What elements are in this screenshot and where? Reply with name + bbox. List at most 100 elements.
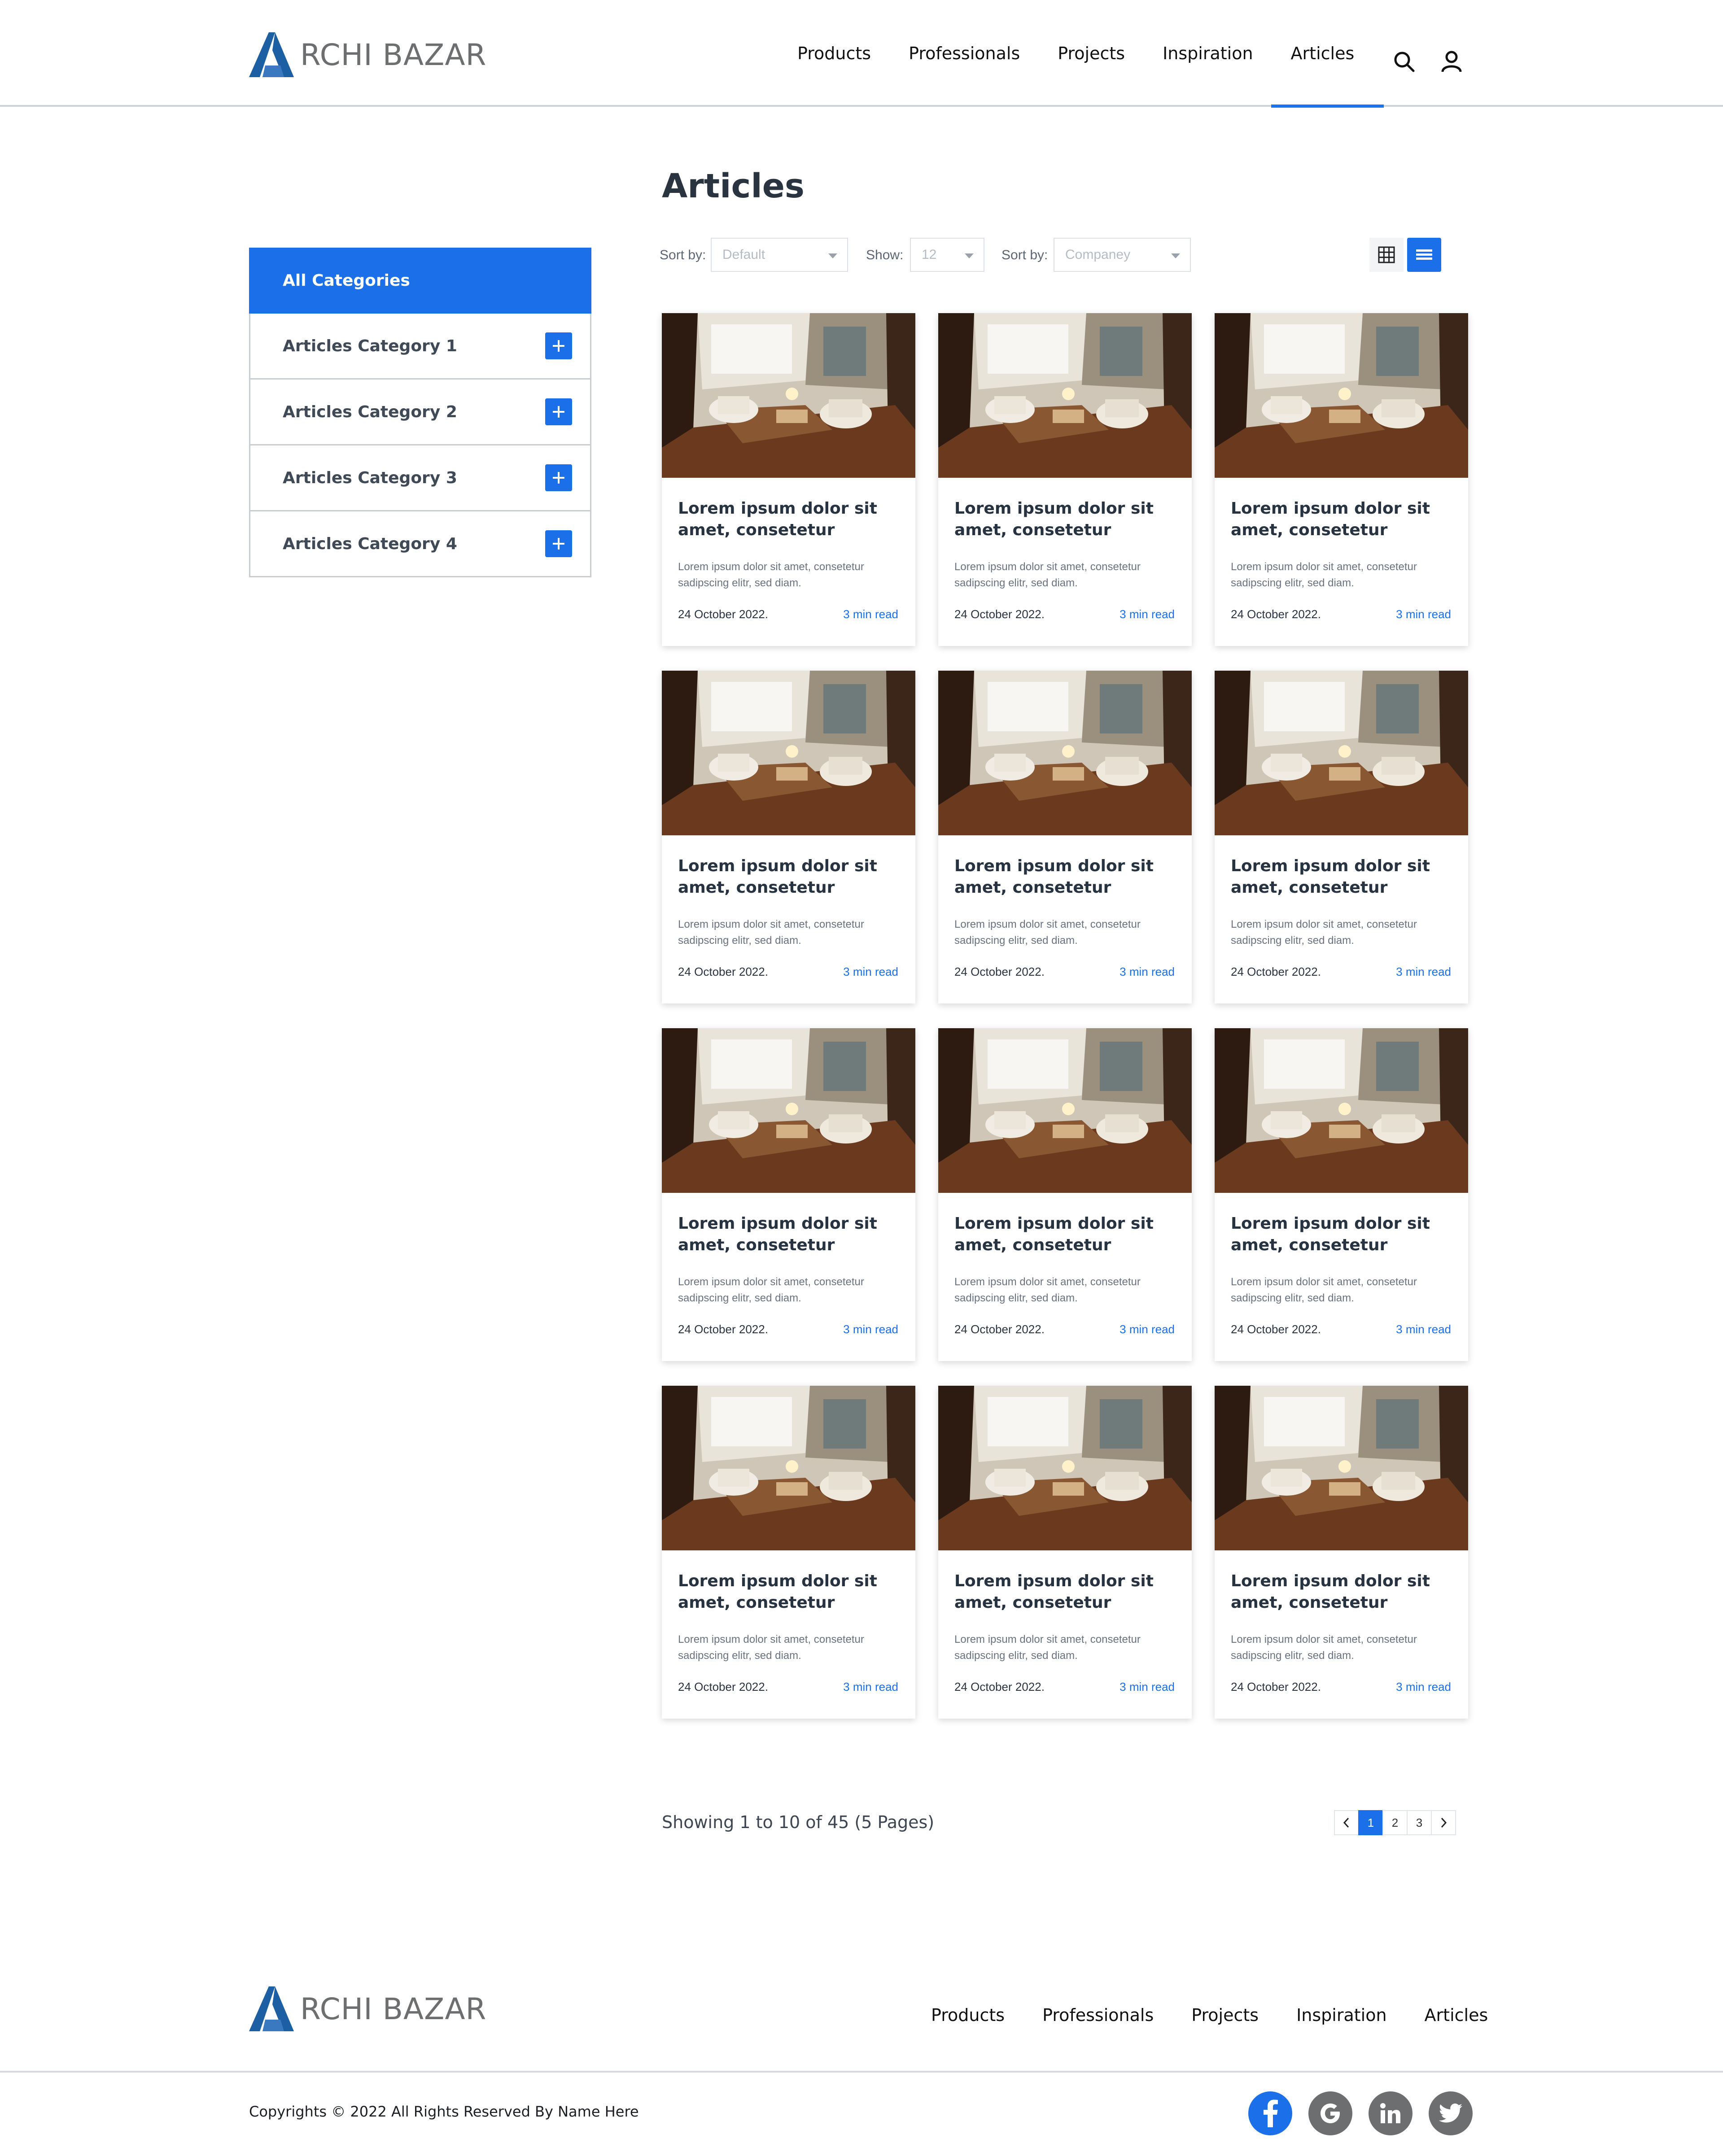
article-title[interactable]: Lorem ipsum dolor sit amet, consetetur	[678, 855, 902, 899]
article-title[interactable]: Lorem ipsum dolor sit amet, consetetur	[954, 1571, 1179, 1614]
article-thumbnail	[938, 313, 1192, 478]
footer-brand-logo[interactable]: RCHI BAZAR	[249, 1986, 486, 2031]
article-title[interactable]: Lorem ipsum dolor sit amet, consetetur	[954, 498, 1179, 541]
expand-plus-icon[interactable]	[545, 398, 572, 425]
nav-products[interactable]: Products	[797, 0, 871, 107]
pagination: 1 2 3	[1334, 1810, 1456, 1835]
nav-projects[interactable]: Projects	[1058, 0, 1125, 107]
grid-icon	[1378, 246, 1395, 263]
article-thumbnail	[1215, 1028, 1468, 1193]
sidebar-item-category-4[interactable]: Articles Category 4	[249, 511, 591, 577]
twitter-icon[interactable]	[1429, 2091, 1473, 2135]
sidebar-item-label: Articles Category 4	[283, 534, 457, 553]
footer-nav-projects[interactable]: Projects	[1191, 2005, 1259, 2025]
article-card[interactable]: Lorem ipsum dolor sit amet, consetetur L…	[1215, 313, 1468, 646]
expand-plus-icon[interactable]	[545, 332, 572, 359]
search-icon[interactable]	[1393, 50, 1415, 75]
read-time-link[interactable]: 3 min read	[1120, 607, 1175, 621]
expand-plus-icon[interactable]	[545, 530, 572, 557]
sidebar-item-category-1[interactable]: Articles Category 1	[249, 314, 591, 380]
footer-nav-products[interactable]: Products	[931, 2005, 1005, 2025]
list-toolbar: Sort by: Default Show: 12 Sort by: Compa…	[659, 238, 1448, 272]
article-card[interactable]: Lorem ipsum dolor sit amet, consetetur L…	[938, 671, 1192, 1004]
article-card[interactable]: Lorem ipsum dolor sit amet, consetetur L…	[662, 1386, 915, 1719]
article-title[interactable]: Lorem ipsum dolor sit amet, consetetur	[678, 1571, 902, 1614]
page-3-button[interactable]: 3	[1407, 1810, 1432, 1835]
article-title[interactable]: Lorem ipsum dolor sit amet, consetetur	[1231, 855, 1455, 899]
company-sort-select[interactable]: Companey	[1054, 238, 1191, 272]
article-card[interactable]: Lorem ipsum dolor sit amet, consetetur L…	[662, 1028, 915, 1361]
read-time-link[interactable]: 3 min read	[1120, 1322, 1175, 1336]
article-thumbnail	[1215, 313, 1468, 478]
article-card[interactable]: Lorem ipsum dolor sit amet, consetetur L…	[938, 313, 1192, 646]
article-title[interactable]: Lorem ipsum dolor sit amet, consetetur	[954, 855, 1179, 899]
read-time-link[interactable]: 3 min read	[1396, 965, 1451, 979]
page-2-button[interactable]: 2	[1382, 1810, 1408, 1835]
chevron-down-icon	[1171, 253, 1180, 258]
list-view-button[interactable]	[1407, 238, 1441, 272]
article-card[interactable]: Lorem ipsum dolor sit amet, consetetur L…	[662, 671, 915, 1004]
user-icon[interactable]	[1440, 50, 1463, 75]
sidebar-item-label: All Categories	[283, 271, 410, 290]
article-title[interactable]: Lorem ipsum dolor sit amet, consetetur	[1231, 1213, 1455, 1256]
show-label: Show:	[866, 248, 904, 262]
article-title[interactable]: Lorem ipsum dolor sit amet, consetetur	[1231, 498, 1455, 541]
sidebar-item-all-categories[interactable]: All Categories	[249, 248, 591, 314]
article-excerpt: Lorem ipsum dolor sit amet, consetetur s…	[1231, 1633, 1417, 1662]
sidebar-item-category-3[interactable]: Articles Category 3	[249, 445, 591, 511]
read-time-link[interactable]: 3 min read	[1120, 1680, 1175, 1694]
sidebar-item-category-2[interactable]: Articles Category 2	[249, 380, 591, 445]
company-sort-value: Companey	[1065, 247, 1131, 262]
article-card[interactable]: Lorem ipsum dolor sit amet, consetetur L…	[662, 313, 915, 646]
article-date: 24 October 2022.	[678, 607, 768, 621]
read-time-link[interactable]: 3 min read	[843, 1680, 898, 1694]
article-thumbnail	[938, 671, 1192, 835]
footer-nav-articles[interactable]: Articles	[1425, 2005, 1488, 2025]
nav-professionals[interactable]: Professionals	[909, 0, 1020, 107]
nav-articles[interactable]: Articles	[1271, 0, 1384, 108]
article-excerpt: Lorem ipsum dolor sit amet, consetetur s…	[678, 561, 864, 589]
page-1-button[interactable]: 1	[1358, 1810, 1383, 1835]
footer-nav-inspiration[interactable]: Inspiration	[1296, 2005, 1386, 2025]
logo-a-icon	[249, 1986, 294, 2031]
footer-nav-professionals[interactable]: Professionals	[1042, 2005, 1154, 2025]
read-time-link[interactable]: 3 min read	[1120, 965, 1175, 979]
article-card[interactable]: Lorem ipsum dolor sit amet, consetetur L…	[1215, 1386, 1468, 1719]
footer-brand-name: RCHI BAZAR	[300, 1991, 487, 2026]
sort-select[interactable]: Default	[711, 238, 848, 272]
article-card[interactable]: Lorem ipsum dolor sit amet, consetetur L…	[1215, 1028, 1468, 1361]
read-time-link[interactable]: 3 min read	[1396, 1680, 1451, 1694]
read-time-link[interactable]: 3 min read	[843, 1322, 898, 1336]
article-card[interactable]: Lorem ipsum dolor sit amet, consetetur L…	[1215, 671, 1468, 1004]
article-thumbnail	[1215, 671, 1468, 835]
article-title[interactable]: Lorem ipsum dolor sit amet, consetetur	[678, 1213, 902, 1256]
brand-logo[interactable]: RCHI BAZAR	[249, 32, 486, 77]
read-time-link[interactable]: 3 min read	[843, 607, 898, 621]
article-excerpt: Lorem ipsum dolor sit amet, consetetur s…	[954, 561, 1141, 589]
read-time-link[interactable]: 3 min read	[1396, 607, 1451, 621]
article-date: 24 October 2022.	[954, 1680, 1045, 1693]
read-time-link[interactable]: 3 min read	[1396, 1322, 1451, 1336]
sort2-label: Sort by:	[1001, 248, 1048, 262]
facebook-icon[interactable]	[1248, 2091, 1292, 2135]
article-title[interactable]: Lorem ipsum dolor sit amet, consetetur	[954, 1213, 1179, 1256]
sidebar-item-label: Articles Category 1	[283, 336, 457, 355]
expand-plus-icon[interactable]	[545, 464, 572, 491]
article-card[interactable]: Lorem ipsum dolor sit amet, consetetur L…	[938, 1386, 1192, 1719]
article-card[interactable]: Lorem ipsum dolor sit amet, consetetur L…	[938, 1028, 1192, 1361]
article-title[interactable]: Lorem ipsum dolor sit amet, consetetur	[1231, 1571, 1455, 1614]
grid-view-button[interactable]	[1369, 238, 1404, 272]
article-excerpt: Lorem ipsum dolor sit amet, consetetur s…	[678, 1633, 864, 1662]
page-title: Articles	[662, 167, 805, 205]
prev-page-button[interactable]	[1334, 1810, 1359, 1835]
show-select[interactable]: 12	[910, 238, 984, 272]
article-title[interactable]: Lorem ipsum dolor sit amet, consetetur	[678, 498, 902, 541]
linkedin-icon[interactable]	[1369, 2091, 1413, 2135]
article-date: 24 October 2022.	[954, 607, 1045, 621]
article-date: 24 October 2022.	[678, 1322, 768, 1336]
google-icon[interactable]	[1308, 2091, 1352, 2135]
article-date: 24 October 2022.	[954, 965, 1045, 978]
next-page-button[interactable]	[1431, 1810, 1456, 1835]
nav-inspiration[interactable]: Inspiration	[1163, 0, 1253, 107]
read-time-link[interactable]: 3 min read	[843, 965, 898, 979]
